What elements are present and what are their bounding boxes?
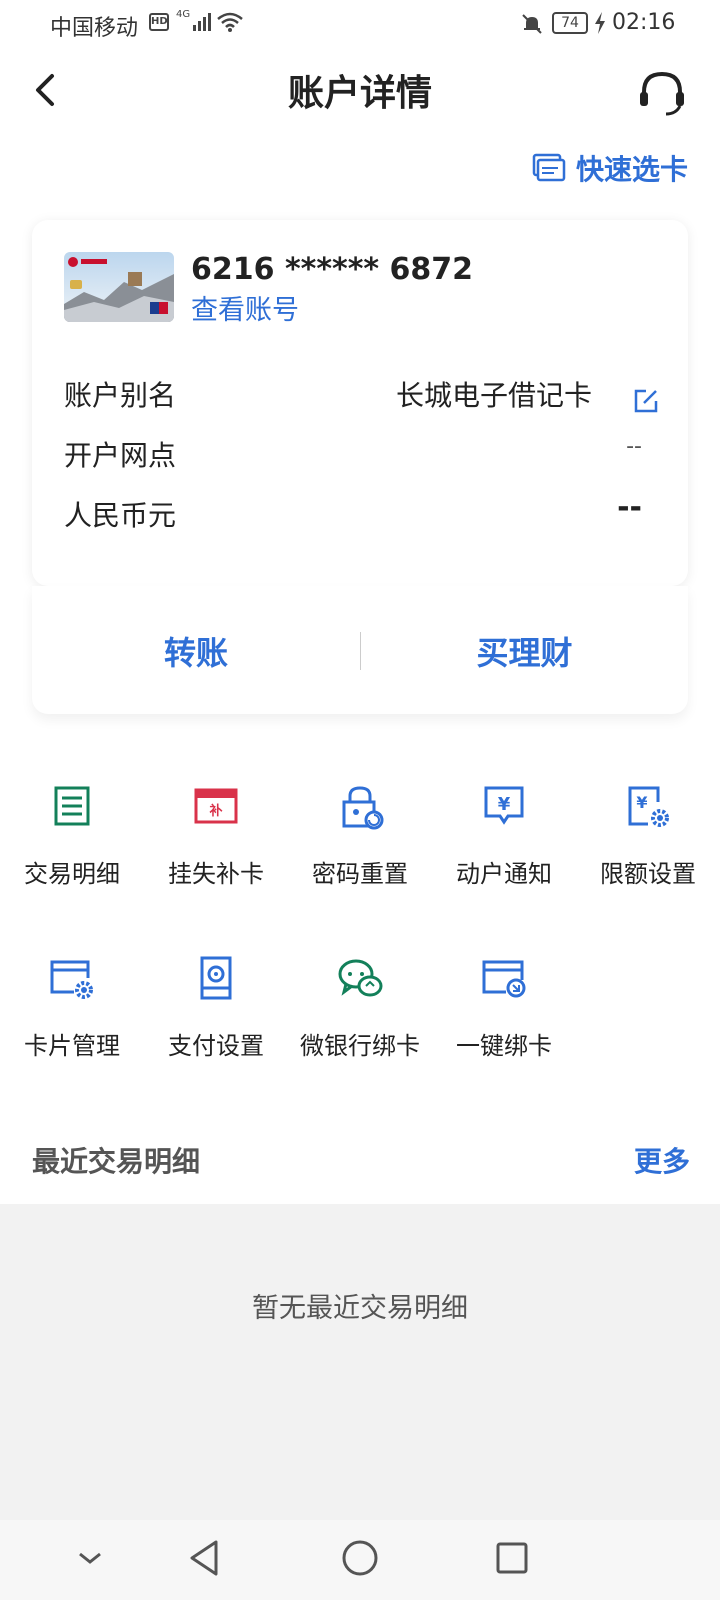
buy-wealth-button[interactable]: 买理财 — [361, 628, 688, 674]
empty-state-text: 暂无最近交易明细 — [252, 1293, 468, 1324]
service-label: 交易明细 — [24, 860, 120, 888]
branch-label: 开户网点 — [64, 439, 177, 472]
card-gear-icon — [50, 960, 93, 999]
recent-apps-square-icon[interactable] — [494, 1540, 530, 1576]
payment-settings-icon — [200, 956, 232, 1000]
edit-icon[interactable] — [632, 387, 660, 415]
account-alias-value: 长城电子借记卡 — [395, 379, 592, 412]
service-label: 卡片管理 — [24, 1032, 120, 1060]
service-label: 限额设置 — [600, 860, 696, 888]
quick-select-card-button[interactable]: 快速选卡 — [532, 148, 688, 188]
battery-indicator: 74 — [552, 12, 588, 34]
card-replace-icon: 补 — [194, 788, 238, 824]
card-switch-icon — [532, 153, 566, 182]
service-card-management[interactable]: 卡片管理 — [0, 954, 144, 1061]
lock-reset-icon — [342, 786, 384, 830]
service-label: 密码重置 — [312, 860, 408, 888]
service-report-loss[interactable]: 补 挂失补卡 — [144, 782, 288, 889]
wechat-bind-icon — [338, 959, 383, 997]
service-label: 一键绑卡 — [456, 1032, 552, 1060]
network-type: 4G — [176, 9, 191, 20]
carrier-name: 中国移动 — [50, 16, 139, 41]
status-bar: 中国移动 HD 4G 74 02:16 — [0, 0, 720, 48]
yen-notify-icon: ¥ — [484, 786, 524, 825]
service-one-click-bind[interactable]: 一键绑卡 — [432, 954, 576, 1061]
more-link[interactable]: 更多 — [634, 1140, 690, 1180]
account-alias-label: 账户别名 — [64, 379, 177, 412]
wifi-icon — [217, 12, 243, 32]
signal-icon — [193, 13, 211, 31]
service-label: 动户通知 — [456, 860, 552, 888]
clock: 02:16 — [612, 10, 676, 35]
document-list-icon — [54, 786, 90, 826]
balance-value: -- — [617, 490, 642, 525]
card-number: 6216 ****** 6872 — [191, 252, 474, 287]
chevron-down-icon[interactable] — [74, 1542, 106, 1574]
service-account-notify[interactable]: ¥ 动户通知 — [432, 782, 576, 889]
svg-text:补: 补 — [208, 803, 222, 819]
view-account-number-link[interactable]: 查看账号 — [191, 288, 299, 327]
charging-icon — [595, 12, 605, 34]
svg-text:¥: ¥ — [498, 794, 511, 815]
service-limit-settings[interactable]: ¥ 限额设置 — [576, 782, 720, 889]
card-tap-icon — [482, 960, 526, 998]
branch-value: -- — [626, 434, 642, 459]
service-transaction-details[interactable]: 交易明细 — [0, 782, 144, 889]
system-navigation-bar — [0, 1520, 720, 1600]
service-label: 支付设置 — [168, 1032, 264, 1060]
quick-select-label: 快速选卡 — [576, 153, 689, 186]
svg-text:¥: ¥ — [636, 793, 647, 812]
hd-badge: HD — [149, 13, 169, 31]
back-triangle-icon[interactable] — [186, 1538, 222, 1578]
currency-label: 人民币元 — [64, 499, 177, 532]
recent-transactions-empty-panel — [0, 1204, 720, 1520]
service-payment-settings[interactable]: 支付设置 — [144, 954, 288, 1061]
service-password-reset[interactable]: 密码重置 — [288, 782, 432, 889]
recent-transactions-title: 最近交易明细 — [32, 1145, 201, 1178]
yen-settings-icon: ¥ — [628, 786, 669, 827]
home-circle-icon[interactable] — [340, 1538, 380, 1578]
bank-card-thumbnail — [64, 252, 174, 322]
mute-bell-icon — [522, 14, 542, 34]
service-wechat-bind[interactable]: 微银行绑卡 — [288, 954, 432, 1061]
customer-service-headset-icon[interactable] — [636, 66, 688, 118]
transfer-button[interactable]: 转账 — [32, 628, 360, 674]
page-title: 账户详情 — [287, 73, 432, 114]
service-label: 挂失补卡 — [168, 860, 264, 888]
service-label: 微银行绑卡 — [300, 1032, 420, 1060]
